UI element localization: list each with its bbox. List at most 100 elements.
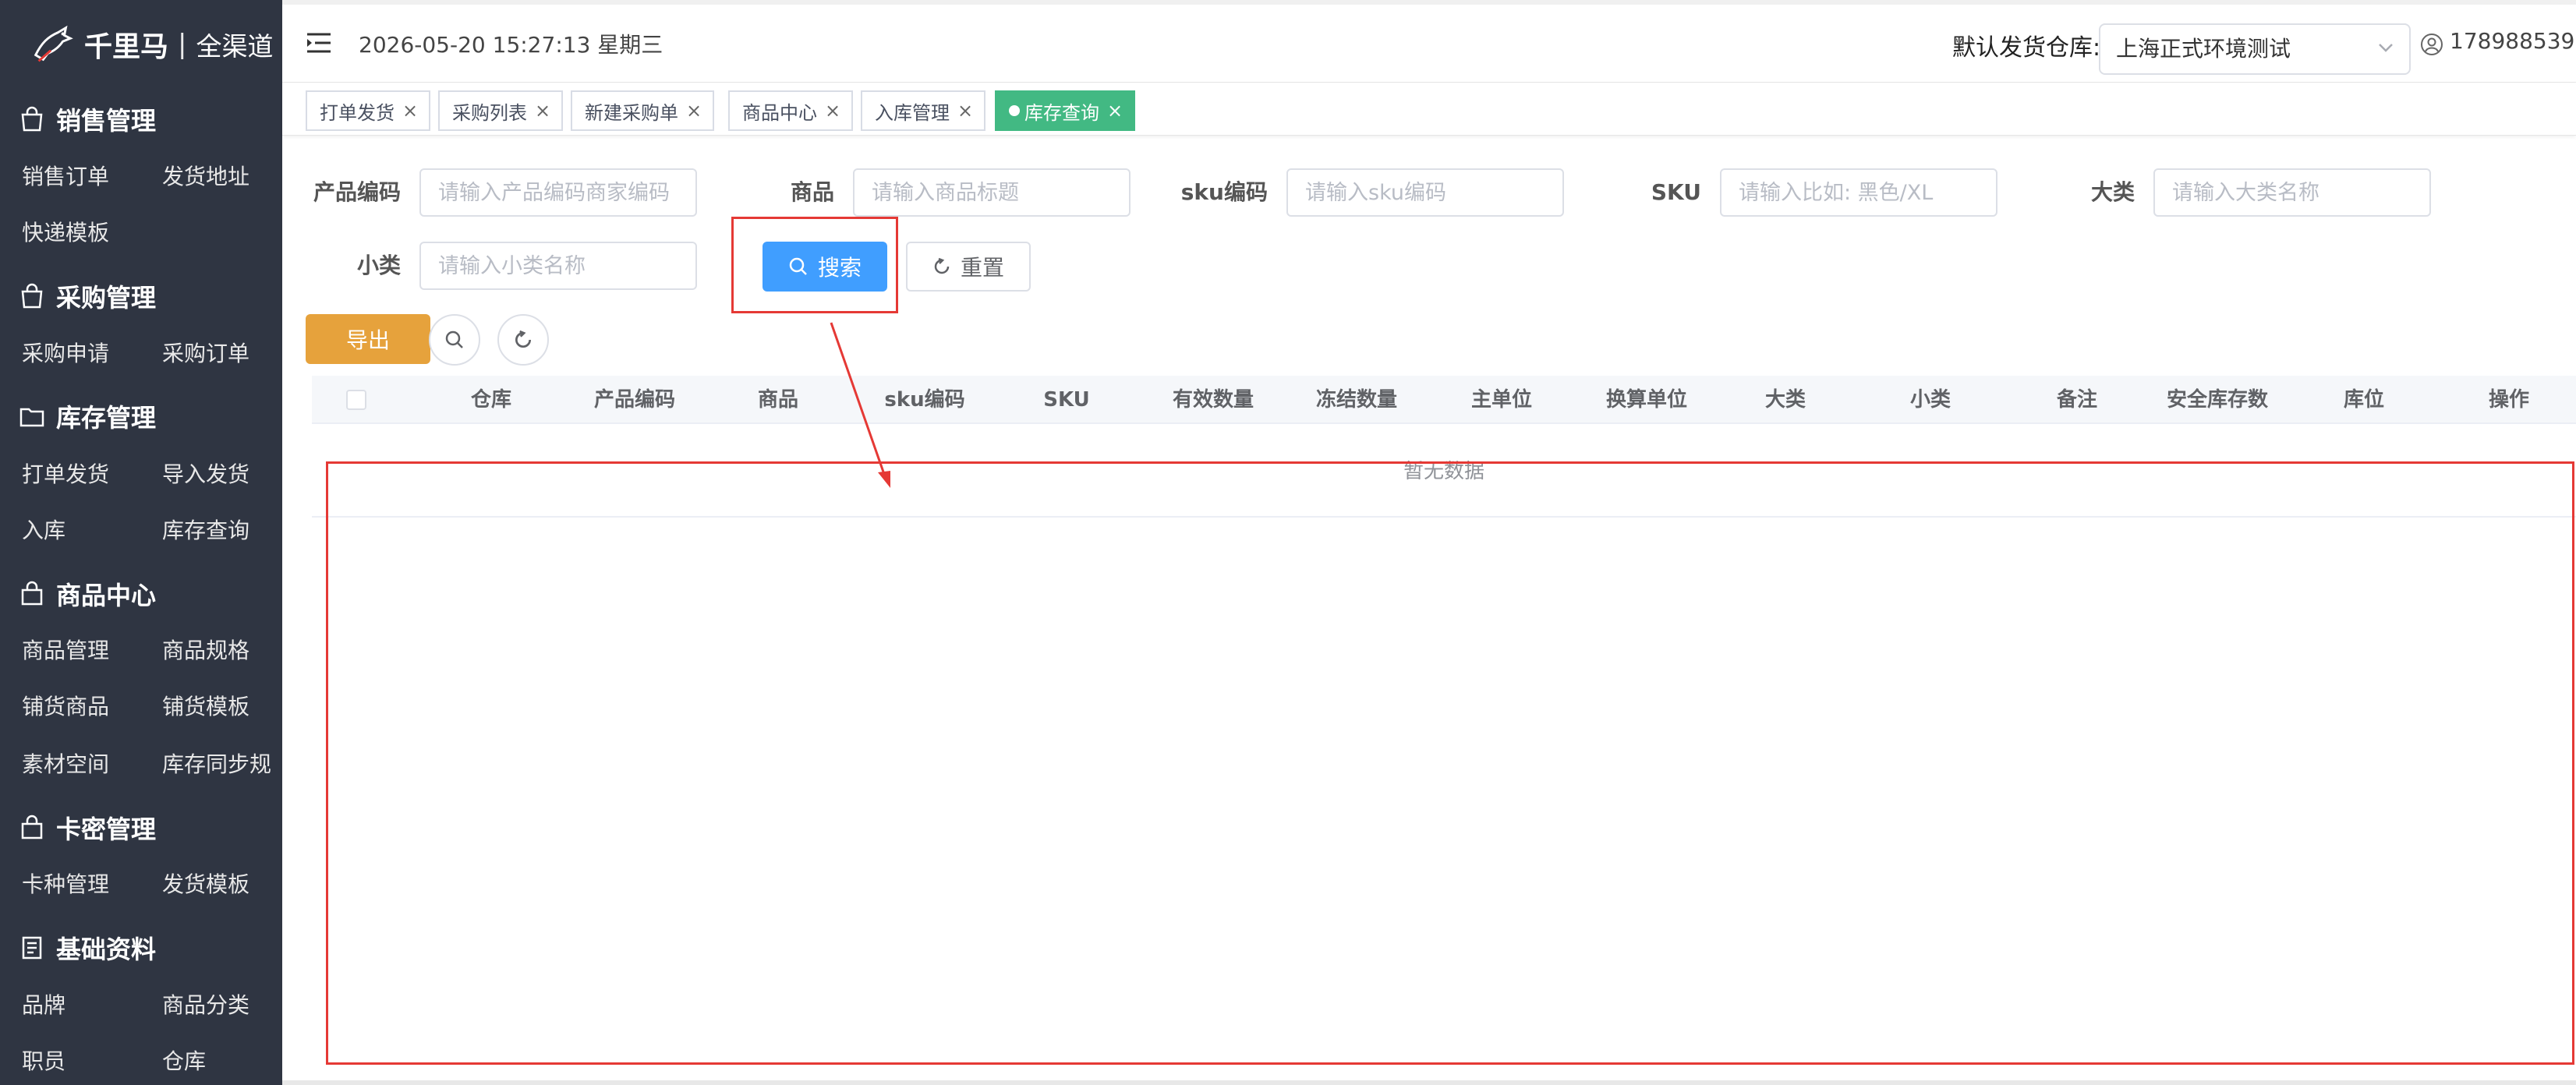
group-title-card[interactable]: 卡密管理 <box>19 810 156 846</box>
close-icon[interactable]: × <box>957 100 973 122</box>
reset-button[interactable]: 重置 <box>906 242 1031 292</box>
table-header: 仓库 产品编码 商品 sku编码 SKU 有效数量 冻结数量 主单位 换算单位 … <box>312 376 2576 424</box>
bottom-scrollbar-track <box>282 1080 2576 1085</box>
tag-print-ship[interactable]: 打单发货 × <box>306 90 431 131</box>
tag-stock-query[interactable]: 库存查询 × <box>995 90 1136 131</box>
tag-product-center[interactable]: 商品中心 × <box>728 90 854 131</box>
col-warehouse: 仓库 <box>470 388 511 412</box>
filter-label-sku-code: sku编码 <box>1180 179 1268 205</box>
product-title-input[interactable] <box>853 168 1131 217</box>
reset-button-label: 重置 <box>960 255 1004 281</box>
group-title-basic[interactable]: 基础资料 <box>19 930 156 966</box>
nav-import-ship[interactable]: 导入发货 <box>162 459 249 490</box>
col-product-code: 产品编码 <box>593 388 675 412</box>
tag-stock-in[interactable]: 入库管理 × <box>861 90 986 131</box>
close-icon[interactable]: × <box>535 100 550 122</box>
tag-label: 商品中心 <box>742 101 817 124</box>
nav-brand[interactable]: 品牌 <box>22 990 65 1021</box>
group-label: 销售管理 <box>56 106 157 136</box>
col-actions: 操作 <box>2488 388 2529 412</box>
annotation-table-highlight <box>326 461 2574 1065</box>
nav-warehouse[interactable]: 仓库 <box>162 1046 206 1077</box>
logo-divider: | <box>178 29 187 60</box>
select-all-checkbox[interactable] <box>346 390 366 410</box>
brand-subtitle: 全渠道 <box>196 31 274 62</box>
nav-express-template[interactable]: 快递模板 <box>22 217 109 249</box>
group-title-inventory[interactable]: 库存管理 <box>19 398 156 434</box>
nav-stock-query[interactable]: 库存查询 <box>162 515 249 546</box>
nav-print-ship[interactable]: 打单发货 <box>22 459 109 490</box>
warehouse-select[interactable]: 上海正式环境测试 <box>2099 23 2411 75</box>
tag-label: 入库管理 <box>875 101 950 124</box>
nav-product-spec[interactable]: 商品规格 <box>162 635 249 666</box>
nav-material-space[interactable]: 素材空间 <box>22 749 109 780</box>
nav-ship-template[interactable]: 发货模板 <box>162 869 249 900</box>
menu-fold-icon[interactable] <box>306 31 332 55</box>
nav-sales-orders[interactable]: 销售订单 <box>22 161 109 193</box>
logo[interactable]: 千里马 | 全渠道 <box>28 17 273 72</box>
nav-purchase-order[interactable]: 采购订单 <box>162 338 249 369</box>
shopping-bag-icon <box>21 106 43 132</box>
shopping-bag-icon <box>21 283 43 309</box>
close-icon[interactable]: × <box>1107 100 1123 122</box>
brand-name: 千里马 <box>84 31 169 63</box>
filter-label-major-category: 大类 <box>2090 179 2135 205</box>
group-label: 基础资料 <box>56 935 157 964</box>
product-code-input[interactable] <box>419 168 697 217</box>
nav-staff[interactable]: 职员 <box>22 1046 65 1077</box>
group-title-purchase[interactable]: 采购管理 <box>19 278 156 314</box>
refresh-button[interactable] <box>497 314 549 366</box>
close-icon[interactable]: × <box>825 100 840 122</box>
filter-label-minor-category: 小类 <box>356 253 401 278</box>
col-sku-code: sku编码 <box>884 388 965 412</box>
horse-logo-icon <box>34 25 73 62</box>
export-button-label: 导出 <box>345 327 390 353</box>
chevron-down-icon <box>2379 44 2393 52</box>
sku-input[interactable] <box>1720 168 1997 217</box>
document-icon <box>22 936 42 960</box>
tag-purchase-list[interactable]: 采购列表 × <box>438 90 564 131</box>
header: 2026-05-20 15:27:13 星期三 默认发货仓库: 上海正式环境测试… <box>282 5 2576 83</box>
close-icon[interactable]: × <box>402 100 418 122</box>
annotation-search-highlight <box>731 217 898 313</box>
col-main-unit: 主单位 <box>1470 388 1532 412</box>
group-title-sales[interactable]: 销售管理 <box>19 101 156 137</box>
tag-label: 采购列表 <box>452 101 527 124</box>
group-label: 卡密管理 <box>56 815 157 844</box>
tag-label: 新建采购单 <box>585 101 678 124</box>
nav-distribute-template[interactable]: 铺货模板 <box>162 691 249 723</box>
major-category-input[interactable] <box>2153 168 2431 217</box>
export-button[interactable]: 导出 <box>306 314 430 364</box>
nav-product-manage[interactable]: 商品管理 <box>22 635 109 666</box>
group-label: 商品中心 <box>56 581 157 610</box>
refresh-icon <box>934 257 950 274</box>
warehouse-value: 上海正式环境测试 <box>2116 36 2291 62</box>
warehouse-label: 默认发货仓库: <box>1952 34 2101 62</box>
nav-ship-address[interactable]: 发货地址 <box>162 161 249 193</box>
user-id[interactable]: 1789885393 <box>2450 28 2576 54</box>
col-major-category: 大类 <box>1764 388 1806 412</box>
col-remark: 备注 <box>2056 388 2097 412</box>
group-title-products[interactable]: 商品中心 <box>19 576 156 612</box>
nav-distribute-product[interactable]: 铺货商品 <box>22 691 109 723</box>
tag-label: 库存查询 <box>1024 101 1099 124</box>
nav-stock-in[interactable]: 入库 <box>22 515 65 546</box>
filter-label-product-code: 产品编码 <box>313 179 401 205</box>
search-icon <box>445 330 463 348</box>
close-icon[interactable]: × <box>686 100 702 122</box>
tags-bar: 打单发货 × 采购列表 × 新建采购单 × 商品中心 × 入库管理 × 库存查询 × <box>282 83 2576 136</box>
group-label: 采购管理 <box>56 283 157 313</box>
nav-card-type[interactable]: 卡种管理 <box>22 869 109 900</box>
tag-new-purchase[interactable]: 新建采购单 × <box>571 90 715 131</box>
nav-stock-sync[interactable]: 库存同步规 <box>162 749 271 780</box>
nav-category[interactable]: 商品分类 <box>162 990 249 1021</box>
filter-label-sku: SKU <box>1651 179 1701 205</box>
refresh-icon <box>515 330 532 348</box>
sku-code-input[interactable] <box>1286 168 1564 217</box>
minor-category-input[interactable] <box>419 242 697 290</box>
col-location: 库位 <box>2343 388 2384 412</box>
col-frozen-qty: 冻结数量 <box>1315 388 1397 412</box>
datetime: 2026-05-20 15:27:13 星期三 <box>359 32 663 58</box>
toggle-search-button[interactable] <box>429 314 480 366</box>
nav-purchase-request[interactable]: 采购申请 <box>22 338 109 369</box>
